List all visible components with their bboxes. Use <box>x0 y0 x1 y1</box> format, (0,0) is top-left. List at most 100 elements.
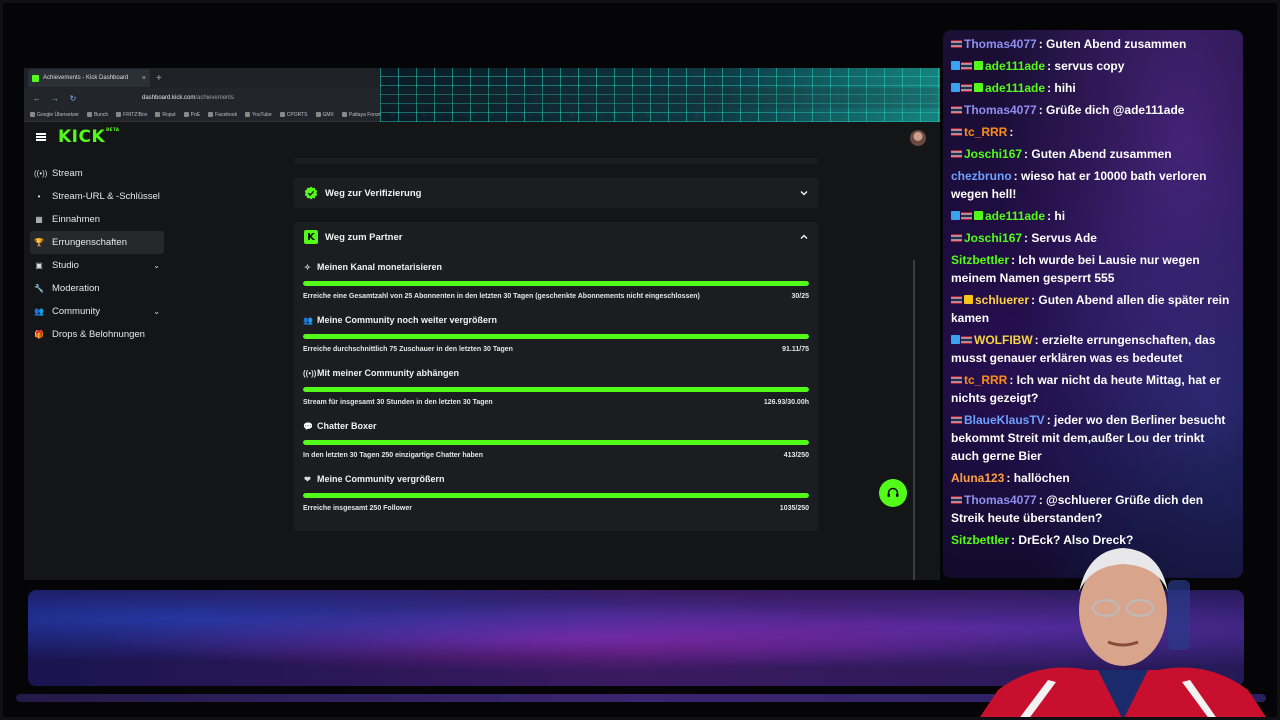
chat-username[interactable]: Joschi167 <box>964 147 1022 161</box>
chat-username[interactable]: Aluna123 <box>951 471 1004 485</box>
chat-username[interactable]: ade111ade <box>985 209 1045 223</box>
new-tab-button[interactable]: + <box>156 73 162 84</box>
reload-icon[interactable]: ↻ <box>68 94 78 103</box>
chat-username[interactable]: BlaueKlausTV <box>964 413 1045 427</box>
user-badge-icon <box>964 295 973 304</box>
chevron-up-icon[interactable] <box>800 233 808 241</box>
achievement-item: 💬 Chatter Boxer In den letzten 30 Tagen 25… <box>294 411 818 464</box>
bookmark-item[interactable]: YouTube <box>245 112 272 118</box>
chat-username[interactable]: Thomas4077 <box>964 103 1037 117</box>
help-button[interactable] <box>879 479 907 507</box>
verified-badge-icon <box>304 186 318 200</box>
chevron-down-icon[interactable]: ⌄ <box>153 307 160 316</box>
bookmark-item[interactable]: PoE <box>183 112 200 118</box>
chat-username[interactable]: Sitzbettler <box>951 253 1009 267</box>
wrench-icon: 🔧 <box>34 284 44 293</box>
browser-tab-achievements[interactable]: Achievements - Kick Dashboard × <box>28 69 150 87</box>
achievement-title: Chatter Boxer <box>317 421 377 431</box>
bookmark-item[interactable]: Facebook <box>208 112 237 118</box>
chat-username[interactable]: tc_RRR <box>964 373 1007 387</box>
achievement-item: ((•)) Mit meiner Community abhängen Stream… <box>294 358 818 411</box>
sidebar-item-drops-belohnungen[interactable]: 🎁 Drops & Belohnungen <box>30 323 164 346</box>
flag-badge-icon <box>951 296 962 304</box>
sidebar-item-label: Studio <box>52 260 79 271</box>
achievement-title: Mit meiner Community abhängen <box>317 368 460 378</box>
sidebar-item-studio[interactable]: ▣ Studio ⌄ <box>30 254 164 277</box>
chat-text: : hallöchen <box>1006 471 1070 485</box>
partner-card: K Weg zum Partner ✧ Meinen Kanal monetari… <box>294 222 818 531</box>
chat-text: : Guten Abend zusammen <box>1038 37 1187 51</box>
verification-header[interactable]: Weg zur Verifizierung <box>294 178 818 208</box>
achievement-description-row: Stream für insgesamt 30 Stunden in den l… <box>303 393 809 411</box>
sidebar-item-community[interactable]: 👥 Community ⌄ <box>30 300 164 323</box>
chat-username[interactable]: tc_RRR <box>964 125 1007 139</box>
chevron-down-icon[interactable]: ⌄ <box>153 261 160 270</box>
kick-logo[interactable]: KICKBETA <box>58 127 119 147</box>
chat-username[interactable]: ade111ade <box>985 81 1045 95</box>
achievement-description-row: Erreiche eine Gesamtzahl von 25 Abonnent… <box>303 287 809 305</box>
bookmark-label: GMX <box>322 111 334 118</box>
sidebar-item-moderation[interactable]: 🔧 Moderation <box>30 277 164 300</box>
gift-icon: 🎁 <box>34 330 44 339</box>
bookmark-item[interactable]: FRITZ!Box <box>116 112 147 118</box>
achievement-title-row: 👥 Meine Community noch weiter vergrößern <box>303 305 809 331</box>
menu-icon[interactable] <box>36 133 46 141</box>
sidebar-item-einnahmen[interactable]: ▦ Einnahmen <box>30 208 164 231</box>
flag-badge-icon <box>951 40 962 48</box>
chat-text: : Guten Abend zusammen <box>1024 147 1172 161</box>
flag-badge-icon <box>951 234 962 242</box>
bookmark-item[interactable]: GMX <box>315 111 334 118</box>
browser-tab-title: Achievements - Kick Dashboard <box>43 75 129 81</box>
bookmark-label: FRITZ!Box <box>123 111 148 118</box>
flag-badge-icon <box>951 496 962 504</box>
bookmark-item[interactable]: Bunch <box>86 112 108 118</box>
dot-icon: • <box>37 192 41 201</box>
chat-bubble-icon: 💬 <box>303 421 313 431</box>
achievement-title-row: ✧ Meinen Kanal monetarisieren <box>303 252 809 278</box>
chat-message: ade111ade: servus copy <box>951 57 1235 75</box>
bookmark-item[interactable]: Google Übersetzer <box>30 112 79 118</box>
achievement-title: Meine Community vergrößern <box>317 474 445 484</box>
bookmark-favicon-icon <box>155 112 161 117</box>
bookmark-label: CPORTS <box>286 111 308 118</box>
partner-header[interactable]: K Weg zum Partner <box>294 222 818 252</box>
chat-username[interactable]: schluerer <box>975 293 1029 307</box>
tab-close-icon[interactable]: × <box>142 75 146 82</box>
chat-username[interactable]: ade111ade <box>985 59 1045 73</box>
chat-username[interactable]: Thomas4077 <box>964 493 1037 507</box>
chat-username[interactable]: Joschi167 <box>964 231 1022 245</box>
achievement-title-row: 💬 Chatter Boxer <box>303 411 809 437</box>
chat-username[interactable]: WOLFIBW <box>974 333 1033 347</box>
chat-username[interactable]: Thomas4077 <box>964 37 1037 51</box>
bookmark-item[interactable]: CPORTS <box>279 111 308 118</box>
flag-badge-icon <box>961 212 972 220</box>
verification-title: Weg zur Verifizierung <box>325 187 422 199</box>
chat-message: tc_RRR: <box>951 123 1235 141</box>
chat-message: Sitzbettler: Ich wurde bei Lausie nur we… <box>951 251 1235 287</box>
chat-text: : <box>1009 125 1014 139</box>
sidebar-item-stream[interactable]: ((•)) Stream <box>30 162 164 185</box>
chat-username[interactable]: chezbruno <box>951 169 1012 183</box>
bookmark-item[interactable]: Pattaya Forum <box>341 112 382 118</box>
url-field[interactable]: dashboard.kick.com/achievements <box>142 95 234 101</box>
sidebar-item-errungenschaften[interactable]: 🏆 Errungenschaften <box>30 231 164 254</box>
flag-badge-icon <box>961 84 972 92</box>
achievement-description-row: Erreiche insgesamt 250 Follower 1035/250 <box>303 499 809 517</box>
back-arrow-icon[interactable]: ← <box>32 94 42 103</box>
sidebar-item-stream-url-schlüssel[interactable]: • Stream-URL & -Schlüssel <box>30 185 164 208</box>
user-avatar[interactable] <box>910 130 926 146</box>
chevron-down-icon[interactable] <box>800 189 808 197</box>
scrollbar[interactable] <box>913 260 915 580</box>
achievement-progress-fill <box>303 440 809 445</box>
bookmark-item[interactable]: Roput <box>155 112 176 118</box>
bookmark-label: Google Übersetzer <box>37 111 79 118</box>
beta-badge: BETA <box>106 127 120 132</box>
chat-message: chezbruno: wieso hat er 10000 bath verlo… <box>951 167 1235 203</box>
chat-message: BlaueKlausTV: jeder wo den Berliner besu… <box>951 411 1235 465</box>
signal-icon: ((•)) <box>303 368 317 378</box>
user-badge-icon <box>951 61 960 70</box>
verification-card[interactable]: Weg zur Verifizierung <box>294 178 818 208</box>
achievement-progress-bar <box>303 281 809 286</box>
forward-arrow-icon[interactable]: → <box>50 94 60 103</box>
flag-badge-icon <box>951 128 962 136</box>
